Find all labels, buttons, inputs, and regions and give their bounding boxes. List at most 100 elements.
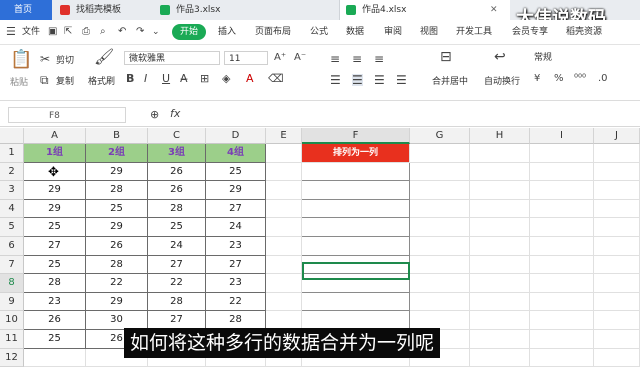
cell-H2[interactable] [470,162,530,182]
border-icon[interactable]: ⊞ [200,73,209,85]
cell-G2[interactable] [410,162,470,182]
cell-E9[interactable] [266,292,302,312]
cell-B7[interactable]: 28 [86,255,148,275]
row-header-5[interactable]: 5 [0,218,24,237]
menu-icon[interactable]: ☰ [6,26,16,38]
cell-J4[interactable] [594,199,640,219]
menu-docer[interactable]: 稻壳资源 [566,20,602,44]
cell-B3[interactable]: 28 [86,181,148,200]
percent-icon[interactable]: % [554,73,564,85]
cell-H3[interactable] [470,181,530,200]
font-shrink-icon[interactable]: A⁻ [294,52,306,64]
fill-color-icon[interactable]: ◈ [222,73,230,85]
cell-C6[interactable]: 24 [148,237,206,256]
column-header-H[interactable]: H [470,128,530,144]
paste-button[interactable]: 粘贴 [10,75,28,88]
menu-data[interactable]: 数据 [346,20,364,44]
cell-C5[interactable]: 25 [148,218,206,237]
cell-B2[interactable]: 29 [86,162,148,182]
cell-D9[interactable]: 22 [206,292,266,312]
redo-icon[interactable]: ↷ [136,26,144,38]
cell-H4[interactable] [470,199,530,219]
tab-template[interactable]: 找稻壳模板 [54,0,154,20]
cell-J10[interactable] [594,311,640,330]
cell-B6[interactable]: 26 [86,237,148,256]
row-header-11[interactable]: 11 [0,330,24,349]
print-icon[interactable]: ⎙ [82,26,90,38]
cell-G7[interactable] [410,255,470,275]
cell-F9[interactable] [302,292,410,312]
cell-D4[interactable]: 27 [206,199,266,219]
cell-G3[interactable] [410,181,470,200]
row-header-10[interactable]: 10 [0,311,24,330]
cell-J1[interactable] [594,144,640,163]
cell-E1[interactable] [266,144,302,163]
row-header-3[interactable]: 3 [0,181,24,200]
cell-E7[interactable] [266,255,302,275]
cell-C2[interactable]: 26 [148,162,206,182]
cell-D7[interactable]: 27 [206,255,266,275]
column-header-E[interactable]: E [266,128,302,144]
cell-G1[interactable] [410,144,470,163]
cell-A11[interactable]: 25 [24,330,86,349]
cell-G4[interactable] [410,199,470,219]
font-grow-icon[interactable]: A⁺ [274,52,286,64]
cell-B5[interactable]: 29 [86,218,148,237]
cell-I10[interactable] [530,311,594,330]
cell-F2[interactable] [302,162,410,182]
cell-H5[interactable] [470,218,530,237]
fx-icon[interactable]: fx [170,108,180,120]
zoom-icon[interactable]: ⊕ [150,109,159,121]
cell-I9[interactable] [530,292,594,312]
menu-file[interactable]: 文件 [22,20,40,44]
menu-start[interactable]: 开始 [172,24,207,40]
cell-G5[interactable] [410,218,470,237]
cell-C9[interactable]: 28 [148,292,206,312]
merge-center-button[interactable]: 合并居中 [432,74,468,87]
number-format-select[interactable]: 常规 [530,51,590,65]
underline-icon[interactable]: U [162,73,170,85]
cell-B9[interactable]: 29 [86,292,148,312]
cell-I1[interactable] [530,144,594,163]
cell-A5[interactable]: 25 [24,218,86,237]
cell-F3[interactable] [302,181,410,200]
column-header-B[interactable]: B [86,128,148,144]
print-preview-icon[interactable]: ⌕ [100,26,106,38]
clear-format-icon[interactable]: ⌫ [268,73,284,85]
column-header-G[interactable]: G [410,128,470,144]
cell-H12[interactable] [470,348,530,367]
cell-A8[interactable]: 28 [24,274,86,293]
cell-J3[interactable] [594,181,640,200]
align-middle-icon[interactable]: ≡ [352,53,362,65]
menu-page-layout[interactable]: 页面布局 [255,20,291,44]
thousands-icon[interactable]: ⁰⁰⁰ [574,73,586,85]
cell-E8[interactable] [266,274,302,293]
cut-button[interactable]: 剪切 [56,53,74,66]
formula-input[interactable] [190,107,636,123]
cell-J5[interactable] [594,218,640,237]
cell-E2[interactable] [266,162,302,182]
name-box[interactable]: F8 [8,107,126,123]
row-header-12[interactable]: 12 [0,348,24,367]
close-icon[interactable]: ✕ [490,0,498,20]
justify-icon[interactable]: ☰ [396,74,407,86]
column-header-D[interactable]: D [206,128,266,144]
cell-A12[interactable] [24,348,86,367]
row-header-1[interactable]: 1 [0,144,24,163]
cell-I6[interactable] [530,237,594,256]
menu-formulas[interactable]: 公式 [310,20,328,44]
cell-J12[interactable] [594,348,640,367]
strikethrough-icon[interactable]: A̶ [180,73,188,85]
cell-F5[interactable] [302,218,410,237]
menu-developer[interactable]: 开发工具 [456,20,492,44]
cell-H11[interactable] [470,330,530,349]
row-header-4[interactable]: 4 [0,199,24,219]
menu-view[interactable]: 视图 [420,20,438,44]
cell-J9[interactable] [594,292,640,312]
cell-H1[interactable] [470,144,530,163]
cell-I3[interactable] [530,181,594,200]
cell-H10[interactable] [470,311,530,330]
cell-D6[interactable]: 23 [206,237,266,256]
column-header-I[interactable]: I [530,128,594,144]
tab-home[interactable]: 首页 [0,0,52,20]
